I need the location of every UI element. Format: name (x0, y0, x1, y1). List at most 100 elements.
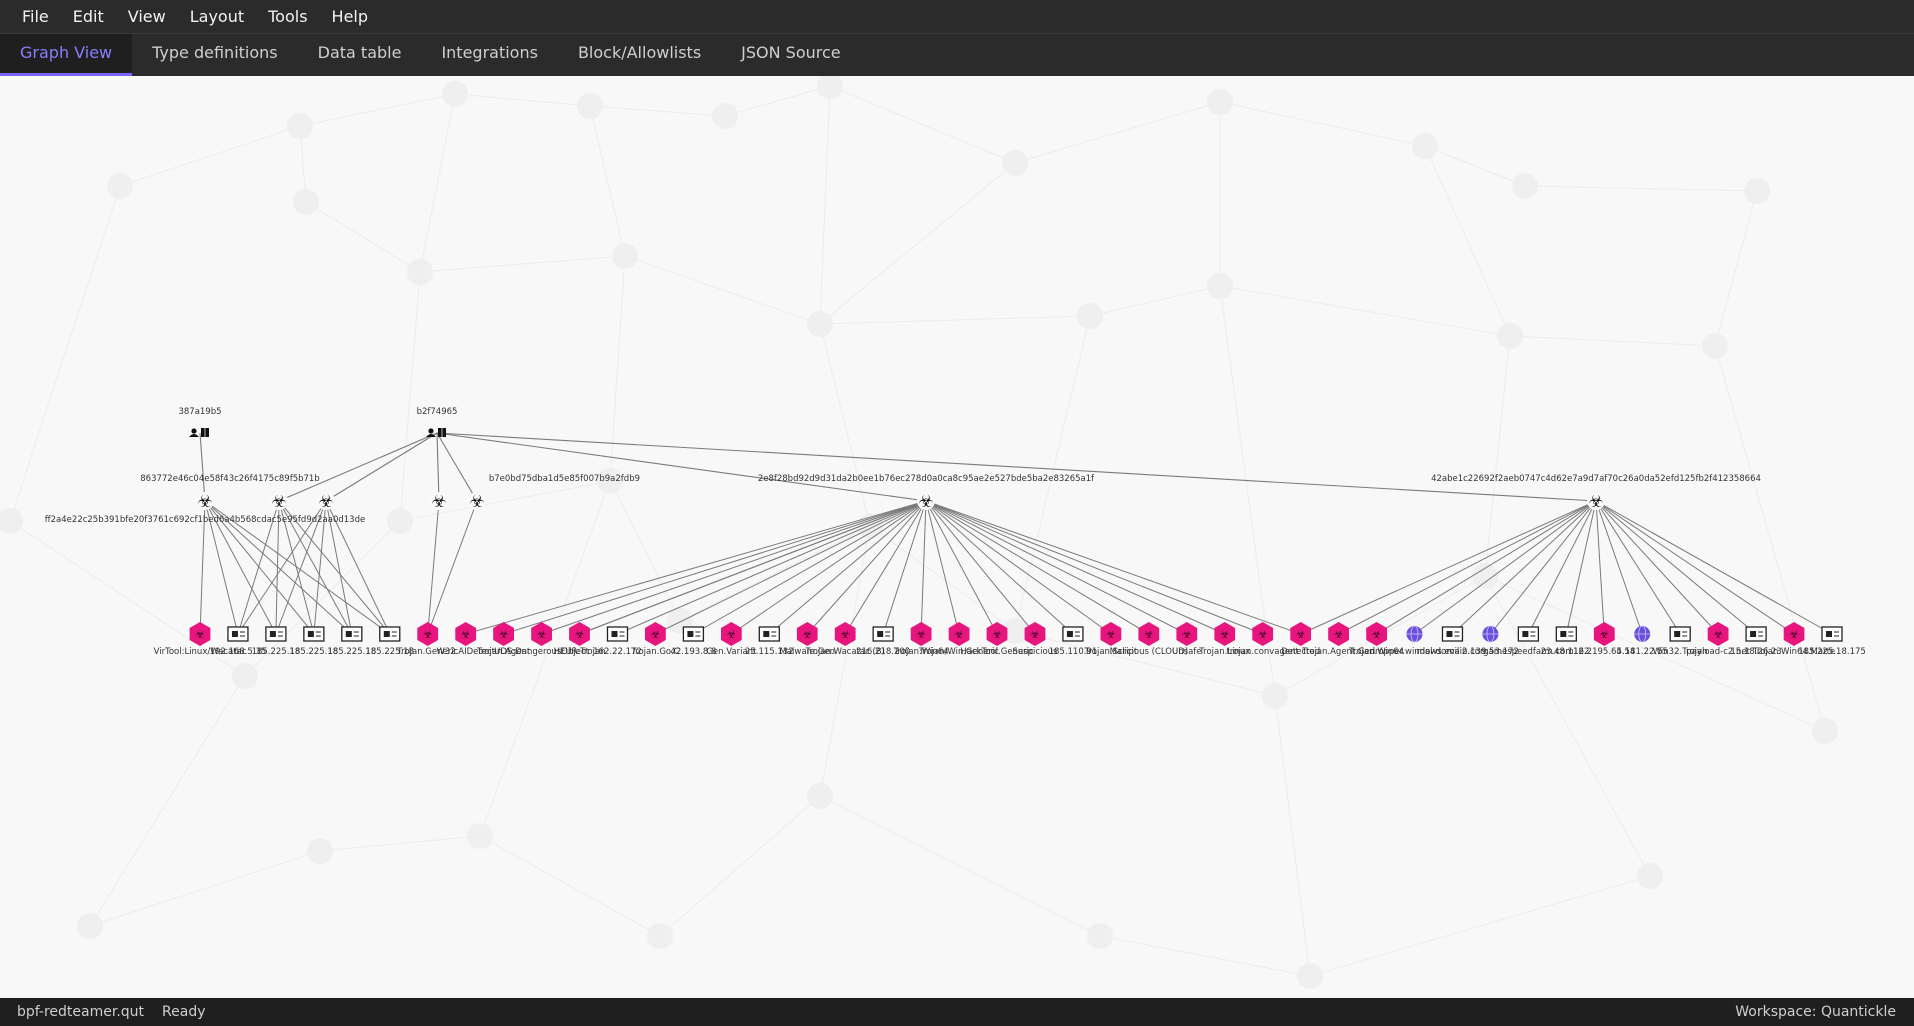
bg-dot (1637, 863, 1663, 889)
edge (731, 500, 927, 635)
edge (1490, 500, 1597, 635)
biohazard-icon: ☣ (1296, 628, 1306, 641)
edge (1338, 500, 1597, 635)
edge (278, 432, 438, 502)
biohazard-icon: ☣ (1599, 628, 1609, 641)
graph-svg[interactable]: 387a19b5 b2f74965 ☣ ☣ ☣ ☣ ☣ ☣ ☣ 863772e46c04e58f4… (0, 76, 1914, 998)
bg-link (419, 255, 626, 273)
ip-node[interactable]: 185.225.18.175 (1798, 626, 1866, 657)
bg-dot (1262, 683, 1288, 709)
hash-node-label: 42abe1c22692f2aeb0747c4d62e7a9d7af70c26a… (1431, 474, 1761, 484)
bg-link (869, 525, 1016, 632)
bg-dot (712, 103, 738, 129)
user-node-label: b2f74965 (417, 407, 458, 417)
bg-dot (407, 259, 433, 285)
hash-node[interactable]: ☣ (196, 492, 214, 512)
edge (925, 500, 1188, 635)
edge (1300, 500, 1597, 635)
bg-link (679, 525, 871, 622)
tab-type-definitions[interactable]: Type definitions (132, 34, 297, 76)
edge (579, 500, 927, 635)
bg-link (454, 93, 591, 107)
bg-dot (1207, 273, 1233, 299)
menu-file[interactable]: File (0, 2, 61, 32)
bg-dot (1812, 718, 1838, 744)
bg-dot (1412, 133, 1438, 159)
leaf-node-label: Unsafe (1172, 647, 1201, 657)
bg-link (609, 255, 626, 482)
status-file-name: bpf-redteamer.qut (17, 1004, 145, 1020)
hash-node[interactable]: ☣ (270, 492, 288, 512)
bg-dot (307, 838, 333, 864)
bg-dot (387, 508, 413, 534)
bg-dot (807, 783, 833, 809)
tab-json-source[interactable]: JSON Source (721, 34, 860, 76)
bg-dot (1744, 178, 1770, 204)
tab-data-table[interactable]: Data table (298, 34, 422, 76)
edge (1595, 500, 1833, 635)
user-node[interactable]: 387a19b5 (178, 407, 222, 437)
bg-dot (577, 93, 603, 119)
biohazard-icon: ☣ (499, 628, 509, 641)
edge (925, 500, 1074, 635)
bg-dot (807, 311, 833, 337)
biohazard-icon: ☣ (1220, 628, 1230, 641)
menu-help[interactable]: Help (320, 2, 380, 32)
bg-link (829, 85, 1016, 164)
bg-link (624, 255, 821, 325)
edge (1595, 500, 1795, 635)
tab-graph-view[interactable]: Graph View (0, 34, 133, 76)
menu-layout[interactable]: Layout (178, 2, 256, 32)
bg-dot (232, 663, 258, 689)
edge (1595, 500, 1757, 635)
status-bar: bpf-redteamer.qut Ready Workspace: Quant… (0, 998, 1914, 1026)
edge (1376, 500, 1597, 635)
edge (617, 500, 927, 635)
user-node[interactable]: b2f74965 (417, 407, 458, 437)
biohazard-icon: ☣ (1789, 628, 1799, 641)
tab-bar: Graph View Type definitions Data table I… (0, 34, 1914, 76)
tab-block-allowlists[interactable]: Block/Allowlists (558, 34, 721, 76)
bg-link (1274, 695, 1311, 977)
biohazard-icon: ☣ (575, 628, 585, 641)
hash-node[interactable]: ☣ (430, 492, 448, 512)
status-workspace: Workspace: Quanticklе (1735, 1004, 1896, 1020)
bg-dot (287, 113, 313, 139)
tab-integrations[interactable]: Integrations (421, 34, 558, 76)
bg-link (89, 675, 246, 927)
hash-node[interactable]: ☣ (1587, 492, 1605, 512)
bg-dot (1702, 333, 1728, 359)
hash-node[interactable]: ☣ (917, 492, 935, 512)
edge (693, 500, 927, 635)
edge (436, 432, 927, 502)
bg-dot (1497, 323, 1523, 349)
hash-node[interactable]: ☣ (468, 492, 486, 512)
graph-canvas[interactable]: 387a19b5 b2f74965 ☣ ☣ ☣ ☣ ☣ ☣ ☣ 863772e46c04e58f4… (0, 76, 1914, 998)
biohazard-icon: ☣ (1258, 628, 1268, 641)
bg-link (1484, 335, 1511, 577)
biohazard-icon: ☣ (423, 628, 433, 641)
biohazard-icon: ☣ (651, 628, 661, 641)
hash-node[interactable]: ☣ (317, 492, 335, 512)
biohazard-icon: ☣ (431, 492, 446, 512)
bg-link (819, 162, 1016, 325)
biohazard-icon: ☣ (1713, 628, 1723, 641)
bg-link (819, 525, 871, 797)
edge (768, 500, 927, 635)
bg-link (1219, 101, 1426, 147)
malware-node[interactable]: ☣ Unsafe (1172, 622, 1202, 657)
edge (436, 432, 440, 502)
bg-link (1219, 285, 1511, 337)
biohazard-icon: ☣ (1372, 628, 1382, 641)
menu-view[interactable]: View (116, 2, 178, 32)
biohazard-icon: ☣ (840, 628, 850, 641)
menu-edit[interactable]: Edit (61, 2, 116, 32)
bg-link (819, 85, 831, 325)
menu-bar: File Edit View Layout Tools Help (0, 0, 1914, 34)
menu-tools[interactable]: Tools (256, 2, 319, 32)
bg-dot (442, 81, 468, 107)
bg-dot (647, 923, 673, 949)
biohazard-icon: ☣ (1588, 492, 1603, 512)
bg-link (1014, 101, 1221, 164)
bg-link (1714, 190, 1758, 347)
